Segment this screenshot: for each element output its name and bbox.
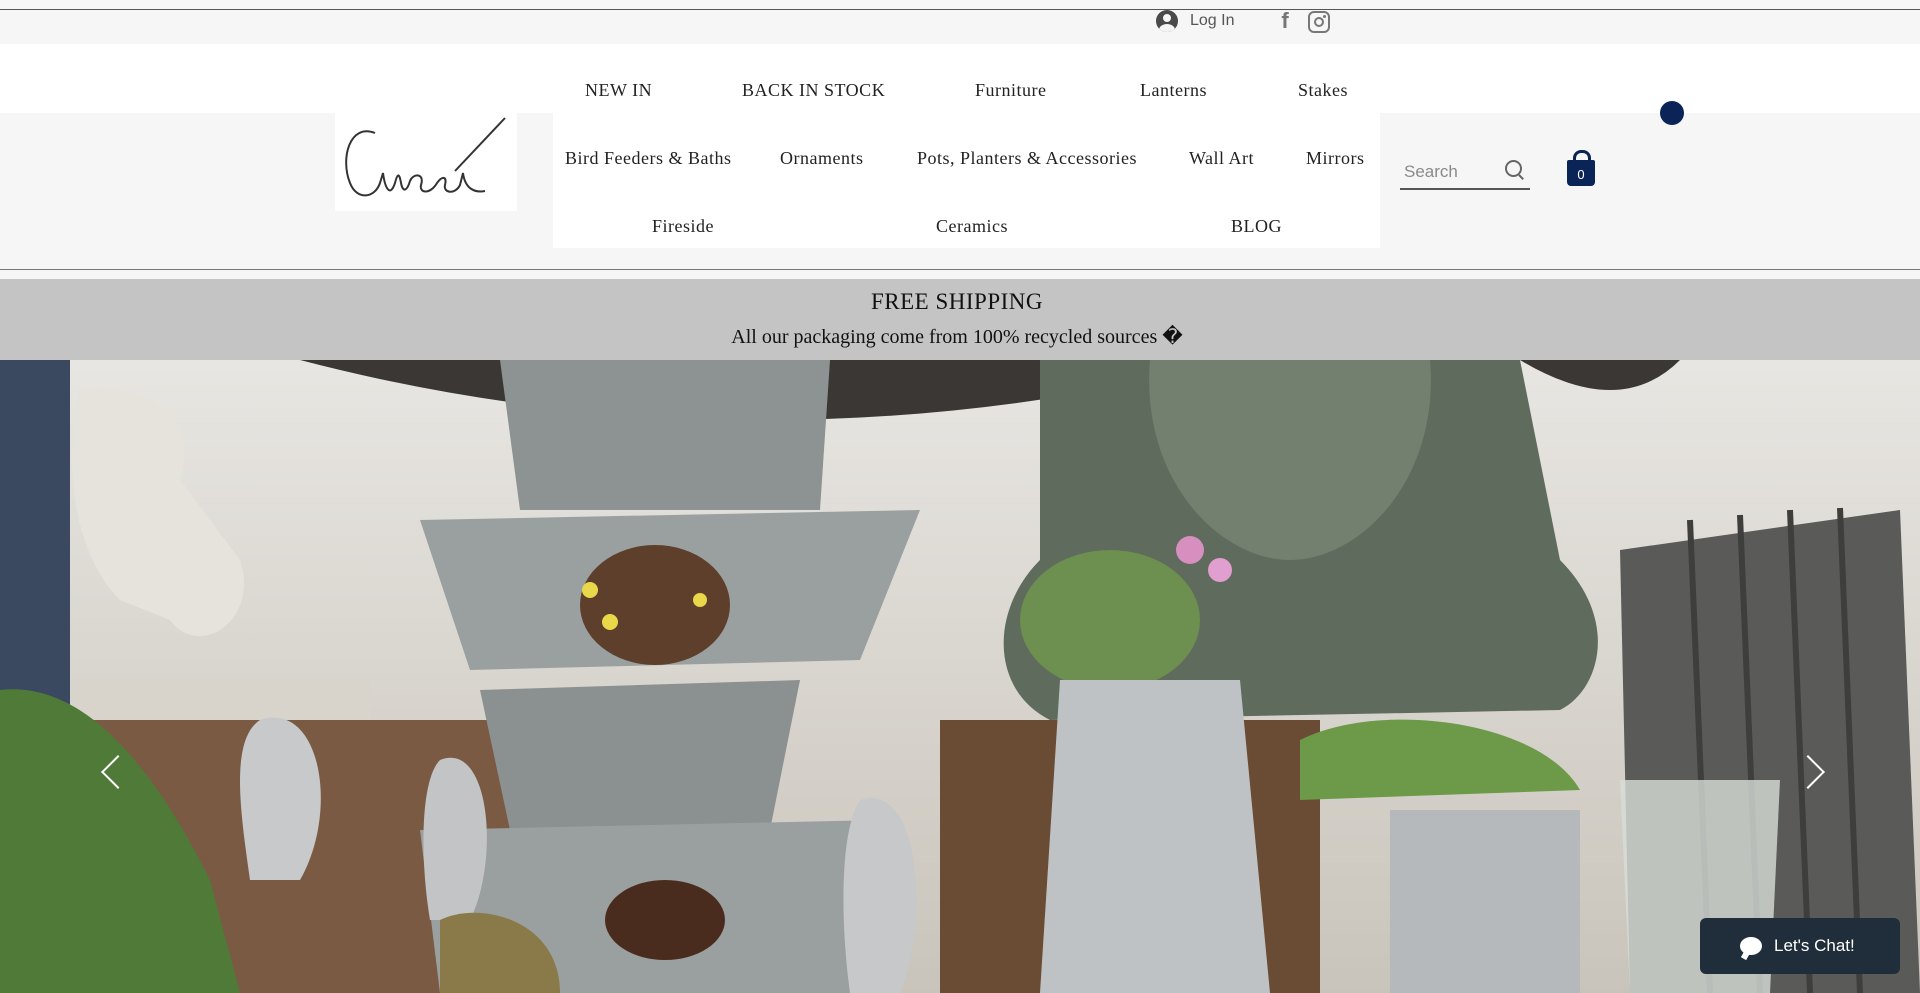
social-links: f	[1274, 10, 1330, 33]
cart-count: 0	[1577, 167, 1585, 182]
login-label: Log In	[1190, 12, 1235, 29]
user-avatar-icon	[1156, 10, 1178, 32]
chat-button[interactable]: Let's Chat!	[1700, 918, 1900, 974]
cart-bag-icon[interactable]: 0	[1567, 150, 1595, 186]
top-bar	[0, 10, 1920, 44]
shipping-banner: FREE SHIPPING All our packaging come fro…	[0, 279, 1920, 360]
chat-bubble-icon	[1740, 937, 1762, 955]
search-input[interactable]	[1400, 154, 1504, 190]
logo-signature-icon	[345, 117, 506, 197]
hero-slideshow-image	[0, 360, 1920, 993]
banner-subtitle: All our packaging come from 100% recycle…	[731, 326, 1183, 348]
login-button[interactable]: Log In	[1156, 10, 1234, 32]
nav-item-mirrors[interactable]: Mirrors	[1306, 148, 1365, 169]
nav-item-bird-feeders-baths[interactable]: Bird Feeders & Baths	[565, 148, 731, 169]
nav-item-ceramics[interactable]: Ceramics	[936, 216, 1008, 237]
search-icon[interactable]	[1505, 160, 1522, 177]
nav-item-ornaments[interactable]: Ornaments	[780, 148, 863, 169]
cart-count-badge: 0	[1660, 101, 1684, 125]
nav-dropdown-panel: Bird Feeders & Baths Ornaments Pots, Pla…	[553, 113, 1380, 248]
nav-item-back-in-stock[interactable]: BACK IN STOCK	[742, 80, 885, 101]
nav-item-pots-planters[interactable]: Pots, Planters & Accessories	[917, 148, 1137, 169]
facebook-icon[interactable]: f	[1274, 10, 1296, 32]
chat-label: Let's Chat!	[1774, 936, 1855, 955]
nav-item-wall-art[interactable]: Wall Art	[1189, 148, 1254, 169]
instagram-icon[interactable]	[1308, 11, 1330, 33]
nav-item-furniture[interactable]: Furniture	[975, 80, 1047, 101]
nav-item-stakes[interactable]: Stakes	[1298, 80, 1348, 101]
site-logo[interactable]	[335, 113, 517, 211]
nav-item-lanterns[interactable]: Lanterns	[1140, 80, 1207, 101]
nav-item-new-in[interactable]: NEW IN	[585, 80, 652, 101]
nav-item-blog[interactable]: BLOG	[1231, 216, 1282, 237]
header-divider	[0, 269, 1920, 270]
search-box[interactable]	[1400, 154, 1530, 190]
nav-bar	[0, 44, 1920, 113]
banner-title: FREE SHIPPING	[870, 289, 1043, 314]
nav-item-fireside[interactable]: Fireside	[652, 216, 714, 237]
hero-photo	[0, 360, 1920, 993]
